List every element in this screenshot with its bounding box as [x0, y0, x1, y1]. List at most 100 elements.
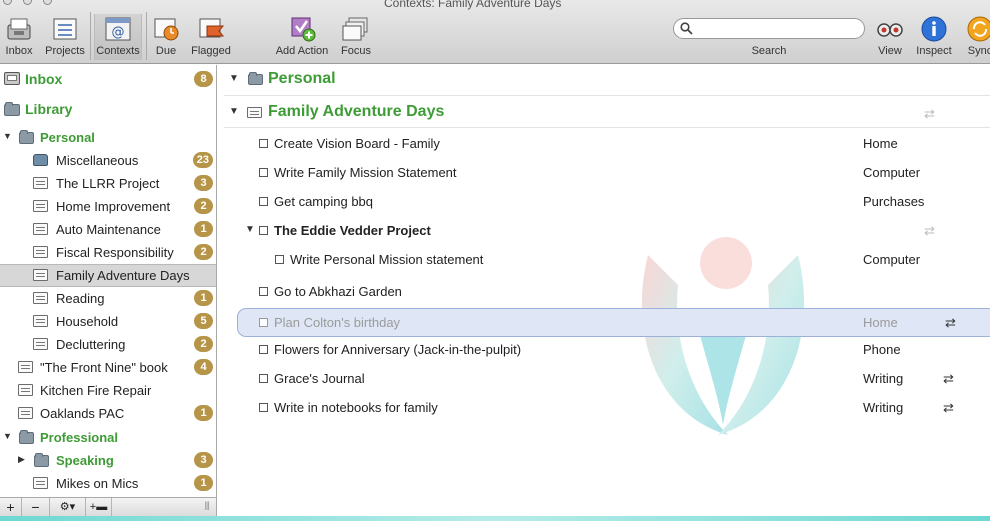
project-heading-family-adventure-days[interactable]: ▼ Family Adventure Days ⇄ — [218, 98, 990, 127]
sidebar-item-personal[interactable]: ▼ Personal — [0, 126, 216, 149]
folder-heading-personal[interactable]: ▼ Personal — [218, 65, 990, 94]
action-context[interactable]: Home — [863, 136, 898, 151]
disclosure-triangle-icon[interactable]: ▼ — [229, 106, 239, 117]
sidebar-item-label: Speaking — [56, 453, 114, 468]
action-row[interactable]: Write Personal Mission statement Compute… — [218, 245, 990, 274]
search-input[interactable] — [696, 21, 856, 36]
sidebar-item-household[interactable]: Household 5 — [0, 310, 216, 333]
count-badge: 8 — [194, 71, 213, 87]
sync-button[interactable]: Sync — [956, 14, 990, 60]
disclosure-triangle-icon[interactable]: ▼ — [229, 73, 239, 84]
sidebar-item-label: Miscellaneous — [56, 153, 139, 168]
action-row[interactable]: Flowers for Anniversary (Jack-in-the-pul… — [218, 335, 990, 364]
action-row[interactable]: Create Vision Board - Family Home — [218, 129, 990, 158]
action-row[interactable]: Write in notebooks for family Writing ⇄ — [218, 393, 990, 422]
add-folder-button[interactable]: +▬ — [86, 498, 112, 518]
action-context[interactable]: Phone — [863, 342, 901, 357]
window-bottom-edge — [0, 516, 990, 521]
sidebar-item-family-adventure-days[interactable]: Family Adventure Days — [0, 264, 216, 287]
sidebar-item-library[interactable]: Library — [0, 98, 216, 121]
sidebar-item-oaklands-pac[interactable]: Oaklands PAC 1 — [0, 402, 216, 425]
sidebar-item-miscellaneous[interactable]: Miscellaneous 23 — [0, 149, 216, 172]
sidebar-item-home-improvement[interactable]: Home Improvement 2 — [0, 195, 216, 218]
folder-title: Personal — [268, 70, 336, 87]
minimize-window-icon[interactable] — [23, 0, 32, 5]
count-badge: 1 — [194, 405, 213, 421]
action-context[interactable]: Computer — [863, 165, 920, 180]
sidebar-item-reading[interactable]: Reading 1 — [0, 287, 216, 310]
count-badge: 2 — [194, 198, 213, 214]
action-checkbox[interactable] — [259, 139, 268, 148]
search-field[interactable] — [673, 18, 865, 39]
add-item-button[interactable]: + — [0, 498, 22, 518]
close-window-icon[interactable] — [3, 0, 12, 5]
disclosure-triangle-icon[interactable]: ▼ — [3, 131, 12, 141]
section-divider — [224, 127, 990, 128]
action-checkbox[interactable] — [259, 318, 268, 327]
action-title: Go to Abkhazi Garden — [274, 284, 402, 299]
action-checkbox[interactable] — [259, 168, 268, 177]
due-clock-icon — [154, 18, 179, 41]
resize-grip-handle[interactable]: ⦀ — [198, 498, 216, 518]
sidebar-item-front-nine-book[interactable]: "The Front Nine" book 4 — [0, 356, 216, 379]
action-row[interactable]: Go to Abkhazi Garden — [218, 277, 990, 306]
action-title: Write in notebooks for family — [274, 400, 438, 415]
project-list-icon — [33, 200, 48, 212]
sidebar-item-mikes-on-mics[interactable]: Mikes on Mics 1 — [0, 472, 216, 495]
repeat-icon[interactable]: ⇄ — [924, 106, 935, 122]
disclosure-triangle-icon[interactable]: ▼ — [245, 224, 255, 235]
action-checkbox[interactable] — [275, 255, 284, 264]
sidebar-item-fiscal-responsibility[interactable]: Fiscal Responsibility 2 — [0, 241, 216, 264]
repeat-icon[interactable]: ⇄ — [945, 315, 956, 331]
zoom-window-icon[interactable] — [43, 0, 52, 5]
sidebar-item-label: Mikes on Mics — [56, 476, 139, 491]
focus-button-label: Focus — [341, 45, 371, 57]
inbox-tray-icon — [4, 72, 20, 85]
action-checkbox[interactable] — [259, 345, 268, 354]
action-checkbox[interactable] — [259, 226, 268, 235]
action-checkbox[interactable] — [259, 287, 268, 296]
action-checkbox[interactable] — [259, 197, 268, 206]
add-action-button[interactable]: Add Action — [276, 14, 328, 60]
project-list-icon — [33, 269, 48, 281]
sidebar-item-llrr-project[interactable]: The LLRR Project 3 — [0, 172, 216, 195]
action-group-row[interactable]: ▼ The Eddie Vedder Project ⇄ — [218, 216, 990, 245]
section-divider — [224, 95, 990, 96]
disclosure-triangle-icon[interactable]: ▶ — [18, 454, 25, 465]
remove-item-button[interactable]: − — [22, 498, 50, 518]
disclosure-triangle-icon[interactable]: ▼ — [3, 431, 12, 441]
flagged-button[interactable]: Flagged — [187, 14, 235, 60]
sidebar-item-inbox[interactable]: Inbox 8 — [0, 68, 216, 91]
sidebar-item-professional[interactable]: ▼ Professional — [0, 426, 216, 449]
action-row[interactable]: Get camping bbq Purchases — [218, 187, 990, 216]
sidebar-item-auto-maintenance[interactable]: Auto Maintenance 1 — [0, 218, 216, 241]
sidebar-item-speaking[interactable]: ▶ Speaking 3 — [0, 449, 216, 472]
action-checkbox[interactable] — [259, 374, 268, 383]
focus-button[interactable]: Focus — [332, 14, 380, 60]
action-context[interactable]: Writing — [863, 400, 903, 415]
project-list-icon — [33, 292, 48, 304]
repeat-icon[interactable]: ⇄ — [943, 400, 954, 416]
projects-button[interactable]: Projects — [41, 14, 89, 60]
sync-button-label: Sync — [967, 45, 990, 57]
gear-menu-button[interactable]: ⚙▾ — [50, 498, 86, 518]
action-row[interactable]: Grace's Journal Writing ⇄ — [218, 364, 990, 393]
sidebar-item-decluttering[interactable]: Decluttering 2 — [0, 333, 216, 356]
sidebar: Inbox 8 Library ▼ Personal Miscellaneous… — [0, 65, 217, 497]
action-context[interactable]: Home — [863, 315, 898, 330]
repeat-icon[interactable]: ⇄ — [943, 371, 954, 387]
action-context[interactable]: Purchases — [863, 194, 924, 209]
repeat-icon[interactable]: ⇄ — [924, 223, 935, 239]
action-context[interactable]: Computer — [863, 252, 920, 267]
action-row-selected[interactable]: Plan Colton's birthday Home ⇄ — [237, 308, 990, 337]
sidebar-item-label: Auto Maintenance — [56, 222, 161, 237]
action-context[interactable]: Writing — [863, 371, 903, 386]
action-title: Write Personal Mission statement — [290, 252, 484, 267]
action-row[interactable]: Write Family Mission Statement Computer — [218, 158, 990, 187]
flagged-button-label: Flagged — [191, 45, 231, 57]
action-checkbox[interactable] — [259, 403, 268, 412]
contexts-button[interactable]: @ Contexts — [94, 14, 142, 60]
sidebar-item-kitchen-fire-repair[interactable]: Kitchen Fire Repair — [0, 379, 216, 402]
sidebar-item-label: Library — [25, 101, 73, 117]
project-list-icon — [33, 223, 48, 235]
